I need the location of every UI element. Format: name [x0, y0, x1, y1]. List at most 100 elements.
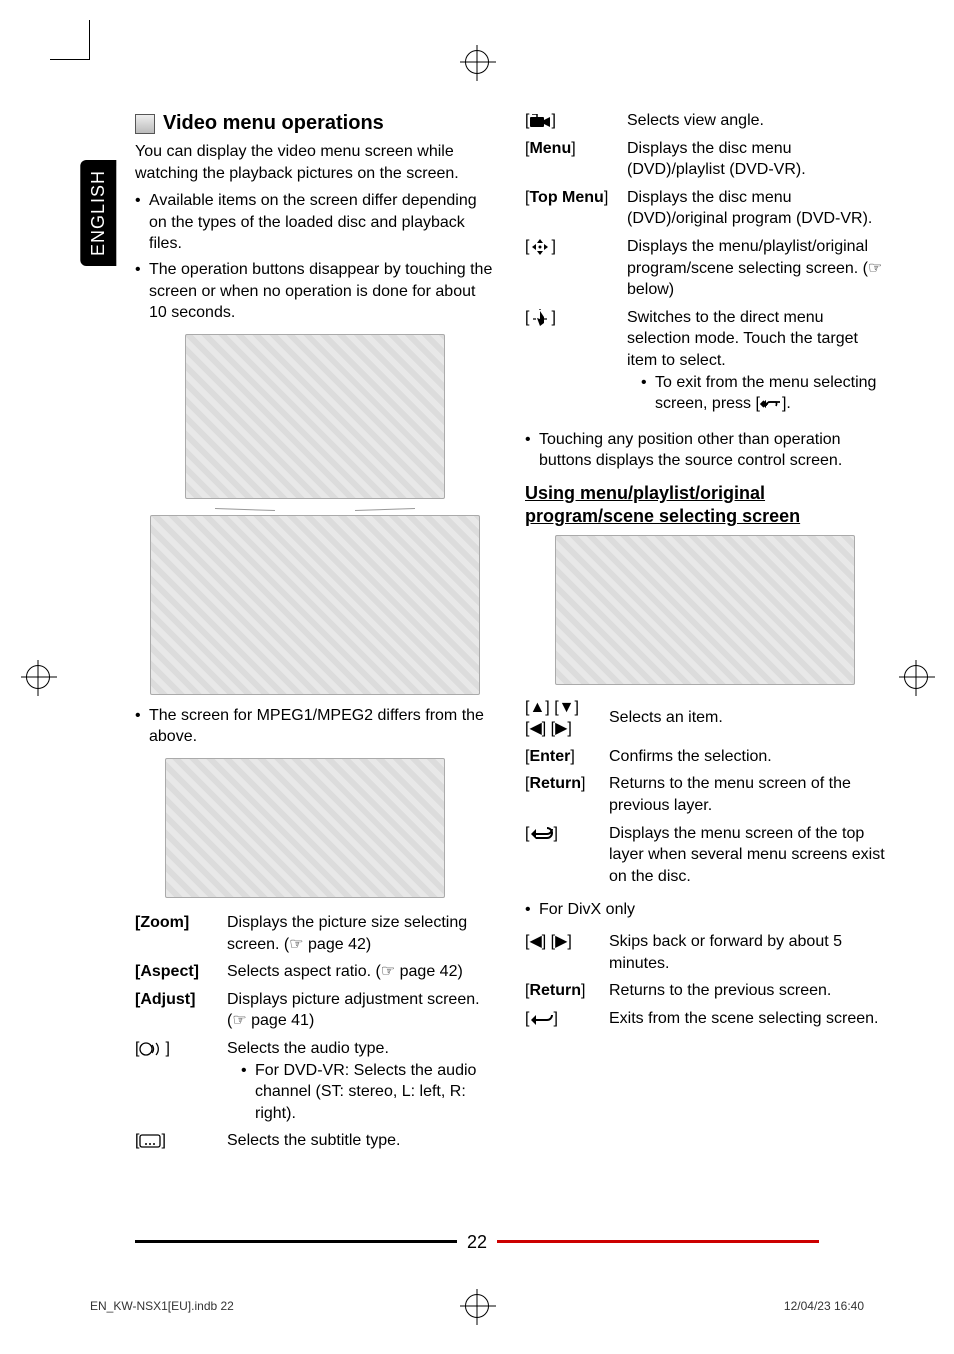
audio-sub-item: For DVD-VR: Selects the audio channel (S…	[241, 1060, 495, 1125]
def-row-topmenu: [Top Menu] Displays the disc menu (DVD)/…	[525, 187, 885, 236]
def-key: [▲] [▼] [◀] [▶]	[525, 697, 609, 746]
def-row-adjust: [Adjust] Displays picture adjustment scr…	[135, 989, 495, 1038]
def-key: [ ]	[135, 1130, 227, 1158]
def-row-return: [Return] Returns to the menu screen of t…	[525, 773, 885, 822]
def-val: Selects view angle.	[627, 110, 885, 138]
def-row-enter: [Enter] Confirms the selection.	[525, 746, 885, 774]
back-arrow-icon	[760, 395, 782, 413]
audio-icon	[139, 1040, 165, 1058]
crop-mark-top-left	[50, 20, 90, 60]
key-label: Return	[529, 775, 581, 792]
illustration-connector	[135, 503, 495, 515]
video-menu-screenshot-2	[165, 758, 445, 898]
video-menu-screenshot-1	[150, 515, 480, 695]
def-val: Displays the disc menu (DVD)/playlist (D…	[627, 138, 885, 187]
def-val: Displays the picture size selecting scre…	[227, 912, 495, 961]
key-label: Return	[529, 982, 581, 999]
right-note-item: Touching any position other than operati…	[525, 429, 885, 472]
def-key: [Top Menu]	[525, 187, 627, 236]
def-val: Returns to the previous screen.	[609, 980, 885, 1008]
intro-text: You can display the video menu screen wh…	[135, 141, 495, 184]
def-row-aspect: [Aspect] Selects aspect ratio. (☞ page 4…	[135, 961, 495, 989]
triangle-left-icon: ◀	[529, 933, 541, 950]
footer-left: EN_KW-NSX1[EU].indb 22	[90, 1298, 234, 1314]
key-label: Menu	[529, 140, 571, 157]
key-label: [Adjust]	[135, 991, 195, 1008]
left-column: Video menu operations You can display th…	[135, 110, 495, 1158]
page-number: 22	[467, 1230, 487, 1254]
triangle-right-icon: ▶	[555, 720, 567, 737]
subsection-title: Using menu/playlist/original program/sce…	[525, 482, 885, 529]
def-val: Displays picture adjustment screen. (☞ p…	[227, 989, 495, 1038]
def-val: Returns to the menu screen of the previo…	[609, 773, 885, 822]
def-row-navpad: [ ] Displays the menu/playlist/original …	[525, 236, 885, 307]
def-row-direct: [ ] Switches to the direct menu selectio…	[525, 307, 885, 421]
def-val: Selects the audio type. For DVD-VR: Sele…	[227, 1038, 495, 1130]
definitions-left: [Zoom] Displays the picture size selecti…	[135, 912, 495, 1158]
bullet-item: Available items on the screen differ dep…	[135, 190, 495, 255]
registration-mark-top	[465, 50, 489, 74]
def-val: Exits from the scene selecting screen.	[609, 1008, 885, 1036]
back-arrow-icon	[529, 1010, 553, 1028]
section-title: Video menu operations	[163, 110, 384, 137]
note-list: The screen for MPEG1/MPEG2 differs from …	[135, 705, 495, 748]
def-key: [ ]	[525, 236, 627, 307]
direct-sublist: To exit from the menu selecting screen, …	[627, 372, 885, 415]
def-val: Selects an item.	[609, 697, 885, 746]
touch-illustration	[185, 334, 445, 499]
def-key: [ ]	[525, 110, 627, 138]
def-row-zoom: [Zoom] Displays the picture size selecti…	[135, 912, 495, 961]
def-key: [Aspect]	[135, 961, 227, 989]
audio-text: Selects the audio type.	[227, 1040, 389, 1057]
registration-mark-right	[904, 665, 928, 689]
definitions-right-top: [ ] Selects view angle. [Menu] Displays …	[525, 110, 885, 421]
bullet-item: The operation buttons disappear by touch…	[135, 259, 495, 324]
key-label: [Aspect]	[135, 963, 199, 980]
def-row-return2: [Return] Returns to the previous screen.	[525, 980, 885, 1008]
page-number-bar: 22	[0, 1230, 954, 1254]
def-val: Displays the menu/playlist/original prog…	[627, 236, 885, 307]
def-key: [ ]	[525, 307, 627, 421]
dpad-icon	[529, 238, 551, 256]
content-area: Video menu operations You can display th…	[135, 110, 885, 1158]
triangle-up-icon: ▲	[529, 699, 545, 716]
def-val: Switches to the direct menu selection mo…	[627, 307, 885, 421]
def-row-audio: [ ] Selects the audio type. For DVD-VR: …	[135, 1038, 495, 1130]
divx-header: For DivX only	[525, 899, 885, 921]
direct-sub-item: To exit from the menu selecting screen, …	[641, 372, 885, 415]
menu-selecting-screenshot	[555, 535, 855, 685]
note-item: The screen for MPEG1/MPEG2 differs from …	[135, 705, 495, 748]
def-row-menu: [Menu] Displays the disc menu (DVD)/play…	[525, 138, 885, 187]
right-note-list: Touching any position other than operati…	[525, 429, 885, 472]
def-key: [Return]	[525, 773, 609, 822]
def-val: Displays the disc menu (DVD)/original pr…	[627, 187, 885, 236]
section-header: Video menu operations	[135, 110, 495, 137]
section-bullet-icon	[135, 114, 155, 134]
registration-mark-left	[26, 665, 50, 689]
page-rule-right	[497, 1240, 819, 1243]
intro-bullets: Available items on the screen differ dep…	[135, 190, 495, 324]
def-val: Selects aspect ratio. (☞ page 42)	[227, 961, 495, 989]
key-label: Enter	[529, 748, 570, 765]
footer-right: 12/04/23 16:40	[784, 1298, 864, 1314]
def-row-arrows: [▲] [▼] [◀] [▶] Selects an item.	[525, 697, 885, 746]
direct-text: Switches to the direct menu selection mo…	[627, 309, 858, 369]
definitions-divx: [◀] [▶] Skips back or forward by about 5…	[525, 931, 885, 1035]
def-row-lr: [◀] [▶] Skips back or forward by about 5…	[525, 931, 885, 980]
page-rule-left	[135, 1240, 457, 1243]
def-val: Displays the menu screen of the top laye…	[609, 823, 885, 894]
triangle-left-icon: ◀	[529, 720, 541, 737]
direct-sub-text-b: ].	[782, 395, 791, 412]
subtitle-icon	[139, 1132, 161, 1150]
divx-header-list: For DivX only	[525, 899, 885, 921]
def-key: [Adjust]	[135, 989, 227, 1038]
definitions-right-mid: [▲] [▼] [◀] [▶] Selects an item. [Enter]…	[525, 697, 885, 894]
language-tab: ENGLISH	[80, 160, 116, 266]
def-key: [◀] [▶]	[525, 931, 609, 980]
registration-mark-bottom	[465, 1294, 489, 1322]
def-key: [Zoom]	[135, 912, 227, 961]
def-key: [Menu]	[525, 138, 627, 187]
def-val: Selects the subtitle type.	[227, 1130, 495, 1158]
def-row-back: [ ] Displays the menu screen of the top …	[525, 823, 885, 894]
triangle-right-icon: ▶	[555, 933, 567, 950]
